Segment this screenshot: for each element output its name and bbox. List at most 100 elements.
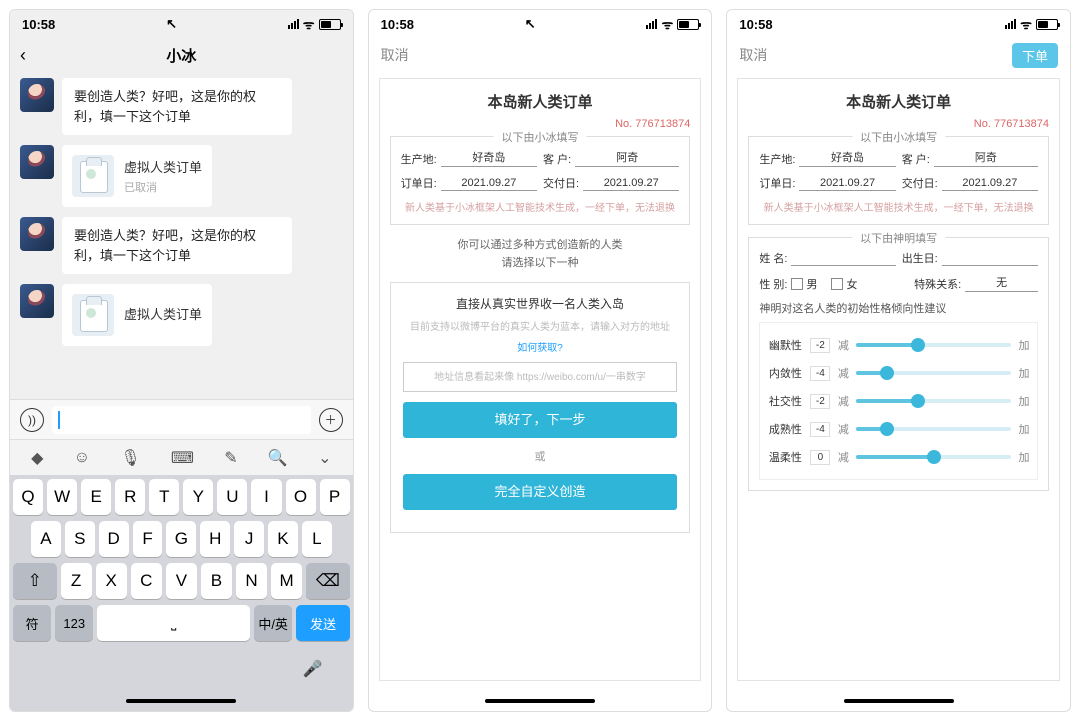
key-T[interactable]: T	[149, 479, 179, 515]
trait-slider[interactable]	[856, 399, 1011, 403]
cancel-button[interactable]: 取消	[739, 45, 767, 65]
key-I[interactable]: I	[251, 479, 281, 515]
key-J[interactable]: J	[234, 521, 264, 557]
sex-male-checkbox[interactable]: 男	[791, 276, 817, 292]
plus-icon[interactable]: ＋	[319, 408, 343, 432]
trait-slider[interactable]	[856, 371, 1011, 375]
home-indicator[interactable]	[369, 691, 712, 711]
name-input[interactable]	[791, 252, 895, 266]
minus-button[interactable]: 减	[836, 337, 850, 353]
sex-female-checkbox[interactable]: 女	[831, 276, 857, 292]
form-navbar: 取消	[369, 38, 712, 72]
trait-value: -4	[810, 422, 830, 437]
chat-title: 小冰	[166, 45, 196, 66]
key-H[interactable]: H	[200, 521, 230, 557]
minus-button[interactable]: 减	[836, 449, 850, 465]
key-F[interactable]: F	[133, 521, 163, 557]
chevron-down-icon[interactable]: ⌄	[318, 448, 331, 468]
key-Q[interactable]: Q	[13, 479, 43, 515]
key-lang[interactable]: 中/英	[254, 605, 292, 641]
avatar[interactable]	[20, 284, 54, 318]
home-indicator[interactable]	[727, 691, 1070, 711]
key-S[interactable]: S	[65, 521, 95, 557]
key-M[interactable]: M	[271, 563, 302, 599]
mic-icon[interactable]: 🎙	[120, 448, 140, 468]
key-K[interactable]: K	[268, 521, 298, 557]
phone-form-import: 10:58↖ ᯤ 取消 本岛新人类订单 No. 776713874 以下由小冰填…	[368, 9, 713, 712]
key-Z[interactable]: Z	[61, 563, 92, 599]
voice-icon[interactable]: ))	[20, 408, 44, 432]
section-label: 以下由小冰填写	[852, 129, 945, 145]
key-C[interactable]: C	[131, 563, 162, 599]
or-label: 或	[403, 448, 678, 464]
key-O[interactable]: O	[286, 479, 316, 515]
trait-slider[interactable]	[856, 455, 1011, 459]
field-label: 生产地:	[759, 151, 795, 167]
key-R[interactable]: R	[115, 479, 145, 515]
import-help-link[interactable]: 如何获取?	[403, 339, 678, 354]
custom-button[interactable]: 完全自定义创造	[403, 474, 678, 510]
battery-icon	[677, 19, 699, 30]
key-symbol[interactable]: 符	[13, 605, 51, 641]
mic-icon[interactable]: 🎤	[303, 659, 323, 679]
key-U[interactable]: U	[217, 479, 247, 515]
field-label: 交付日:	[543, 175, 579, 191]
chat-area[interactable]: 要创造人类？好吧，这是你的权利，填一下这个订单 虚拟人类订单 已取消 要创造人类…	[10, 72, 353, 399]
key-send[interactable]: 发送	[296, 605, 349, 641]
key-⌫[interactable]: ⌫	[306, 563, 350, 599]
back-icon[interactable]: ‹	[20, 45, 26, 66]
form-navbar: 取消 下单	[727, 38, 1070, 72]
key-V[interactable]: V	[166, 563, 197, 599]
key-space[interactable]: ⎵	[97, 605, 250, 641]
card-title: 虚拟人类订单	[124, 157, 202, 176]
search-icon[interactable]: 🔍	[268, 448, 288, 468]
key-P[interactable]: P	[320, 479, 350, 515]
plus-button[interactable]: 加	[1017, 337, 1031, 353]
plus-button[interactable]: 加	[1017, 421, 1031, 437]
handwrite-icon[interactable]: ✎	[224, 448, 237, 468]
trait-row: 幽默性-2减加	[766, 331, 1031, 359]
submit-order-button[interactable]: 下单	[1012, 43, 1058, 68]
key-⇧[interactable]: ⇧	[13, 563, 57, 599]
avatar[interactable]	[20, 217, 54, 251]
birth-input[interactable]	[942, 252, 1038, 266]
card-title: 虚拟人类订单	[124, 304, 202, 323]
section-label: 以下由神明填写	[852, 230, 945, 246]
chat-input[interactable]	[52, 406, 311, 434]
key-W[interactable]: W	[47, 479, 77, 515]
key-D[interactable]: D	[99, 521, 129, 557]
key-G[interactable]: G	[166, 521, 196, 557]
kb-logo-icon[interactable]: ◆	[31, 448, 43, 468]
next-button[interactable]: 填好了，下一步	[403, 402, 678, 438]
order-card[interactable]: 虚拟人类订单 已取消	[62, 145, 212, 207]
trait-slider[interactable]	[856, 427, 1011, 431]
trait-slider[interactable]	[856, 343, 1011, 347]
key-N[interactable]: N	[236, 563, 267, 599]
key-X[interactable]: X	[96, 563, 127, 599]
key-E[interactable]: E	[81, 479, 111, 515]
plus-button[interactable]: 加	[1017, 449, 1031, 465]
plus-button[interactable]: 加	[1017, 393, 1031, 409]
cancel-button[interactable]: 取消	[381, 45, 409, 65]
kb-icon[interactable]: ⌨	[171, 448, 194, 468]
avatar[interactable]	[20, 145, 54, 179]
order-card[interactable]: 虚拟人类订单	[62, 284, 212, 346]
avatar[interactable]	[20, 78, 54, 112]
field-value: 2021.09.27	[441, 177, 537, 191]
key-numbers[interactable]: 123	[55, 605, 93, 641]
relation-value[interactable]: 无	[965, 274, 1038, 292]
key-B[interactable]: B	[201, 563, 232, 599]
key-L[interactable]: L	[302, 521, 332, 557]
plus-button[interactable]: 加	[1017, 365, 1031, 381]
minus-button[interactable]: 减	[836, 365, 850, 381]
url-input[interactable]: 地址信息看起来像 https://weibo.com/u/一串数字	[403, 362, 678, 392]
key-A[interactable]: A	[31, 521, 61, 557]
minus-button[interactable]: 减	[836, 393, 850, 409]
key-Y[interactable]: Y	[183, 479, 213, 515]
field-label: 出生日:	[902, 250, 938, 266]
minus-button[interactable]: 减	[836, 421, 850, 437]
field-label: 交付日:	[902, 175, 938, 191]
section-ice: 以下由小冰填写 生产地:好奇岛 客 户:阿奇 订单日:2021.09.27 交付…	[390, 136, 691, 225]
home-indicator[interactable]	[10, 691, 353, 711]
emoji-icon[interactable]: ☺	[74, 449, 90, 467]
